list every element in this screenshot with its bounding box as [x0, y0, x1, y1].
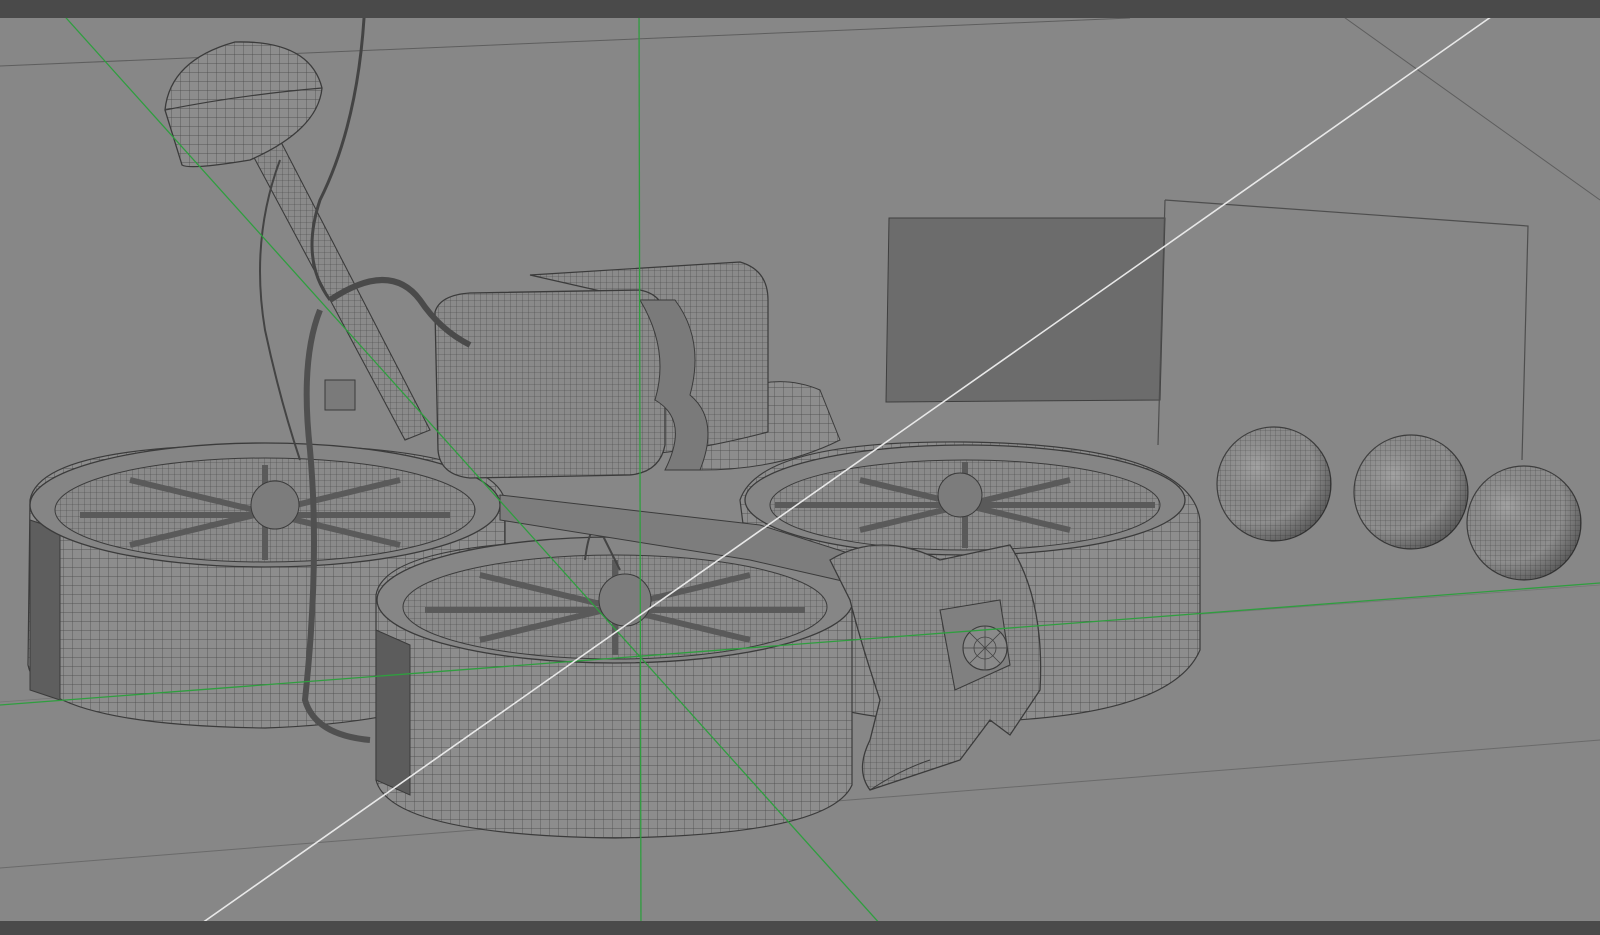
viewport-top-bar: [0, 0, 1600, 18]
viewport-canvas[interactable]: [0, 0, 1600, 935]
viewport-bottom-bar: [0, 921, 1600, 935]
sphere-3[interactable]: [1466, 465, 1582, 581]
duct-front[interactable]: [375, 527, 854, 839]
sphere-1[interactable]: [1216, 426, 1332, 542]
3d-viewport[interactable]: [0, 0, 1600, 935]
sphere-2[interactable]: [1353, 434, 1469, 550]
